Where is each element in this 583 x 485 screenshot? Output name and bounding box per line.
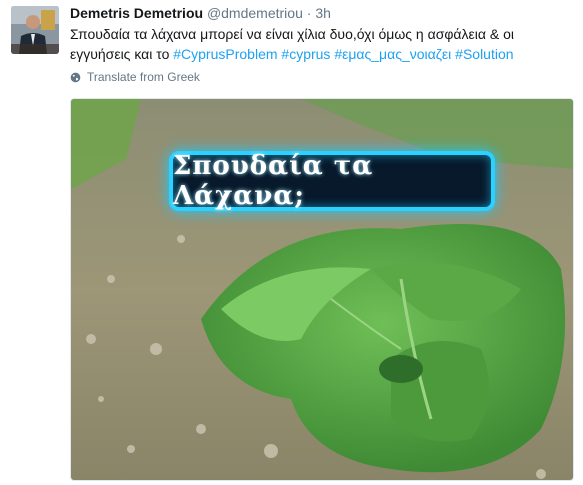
avatar[interactable] bbox=[11, 6, 59, 54]
timestamp[interactable]: 3h bbox=[315, 5, 331, 21]
translate-link[interactable]: Translate from Greek bbox=[70, 70, 200, 84]
hashtag-link[interactable]: #εμας_μας_νοιαζει bbox=[334, 46, 451, 62]
tweet-header: Demetris Demetriou @dmdemetriou · 3h bbox=[70, 5, 331, 21]
hashtag-link[interactable]: #cyprus bbox=[281, 46, 330, 62]
hashtag-link[interactable]: #CyprusProblem bbox=[173, 46, 277, 62]
translate-label: Translate from Greek bbox=[87, 70, 200, 84]
separator: · bbox=[306, 5, 312, 21]
tweet-text: Σπουδαία τα λάχανα μπορεί να είναι χίλια… bbox=[70, 24, 575, 64]
author-handle[interactable]: @dmdemetriou bbox=[207, 5, 303, 21]
tweet-media[interactable]: Σπουδαία τα Λάχανα; bbox=[70, 98, 574, 481]
hashtag-link[interactable]: #Solution bbox=[455, 46, 513, 62]
video-caption-text: Σπουδαία τα Λάχανα; bbox=[173, 151, 374, 211]
video-caption-box: Σπουδαία τα Λάχανα; bbox=[169, 151, 495, 211]
author-name[interactable]: Demetris Demetriou bbox=[70, 5, 203, 21]
globe-icon bbox=[70, 72, 81, 82]
